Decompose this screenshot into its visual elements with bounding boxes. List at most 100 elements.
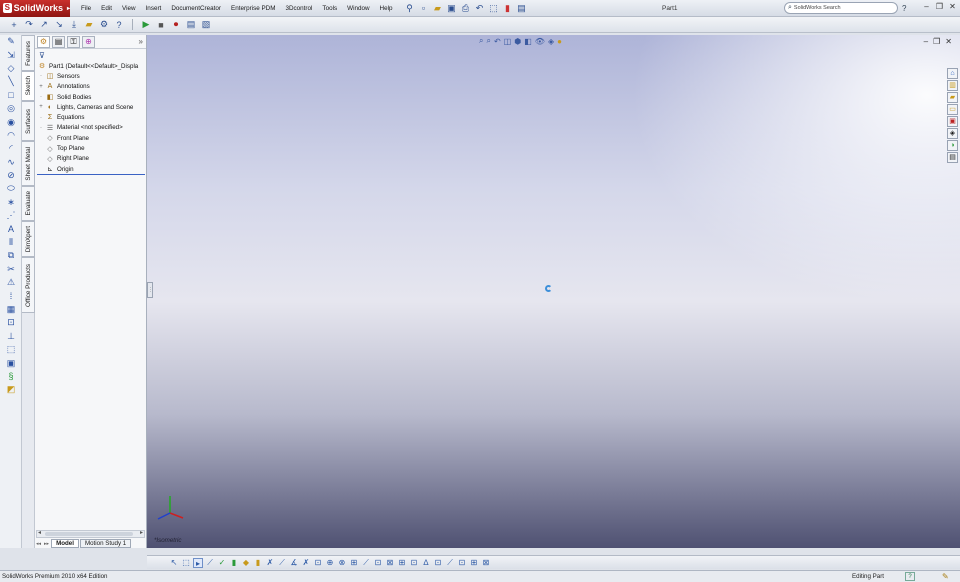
expand-panel-icon[interactable]: »: [139, 37, 143, 46]
dimxpert-manager-tab-icon[interactable]: ⊕: [82, 35, 95, 48]
tree-item-sensors[interactable]: · ◫ Sensors: [37, 71, 146, 81]
filter-hole-icon[interactable]: ⊡: [409, 558, 419, 568]
ellipse-icon[interactable]: ⊘: [0, 169, 22, 182]
previous-view-icon[interactable]: ↶: [494, 37, 501, 46]
filter-solid-icon[interactable]: ⊠: [481, 558, 491, 568]
move-icon[interactable]: ⊡: [0, 316, 22, 329]
document-recovery-icon[interactable]: ▤: [947, 152, 958, 163]
tab-nav-first-icon[interactable]: ◂◂: [35, 541, 42, 547]
filter-points-icon[interactable]: ✗: [265, 558, 275, 568]
filter-bend-icon[interactable]: ⟋: [445, 558, 455, 568]
scroll-left-icon[interactable]: ◂: [38, 529, 41, 536]
zoom-to-area-icon[interactable]: ⌕: [486, 36, 490, 46]
rollback-bar[interactable]: [37, 174, 145, 175]
relations-icon[interactable]: ⊥: [0, 330, 22, 343]
filter-block-icon[interactable]: ⊡: [433, 558, 443, 568]
insert-tool-icon[interactable]: ⤓: [68, 19, 80, 31]
filter-weld-icon[interactable]: ⊕: [325, 558, 335, 568]
property-manager-tab-icon[interactable]: ▤: [52, 35, 65, 48]
menu-documentcreator[interactable]: DocumentCreator: [166, 0, 226, 17]
scrollbar-thumb[interactable]: [45, 532, 133, 536]
quick-tips-icon[interactable]: ✎: [942, 572, 949, 581]
expand-icon[interactable]: ·: [37, 125, 45, 131]
repair-icon[interactable]: ⬚: [0, 343, 22, 356]
expand-icon[interactable]: +: [37, 104, 45, 110]
circle-icon[interactable]: ◎: [0, 102, 22, 115]
record-macro-icon[interactable]: ⏺: [170, 19, 182, 31]
menu-enterprise-pdm[interactable]: Enterprise PDM: [226, 0, 280, 17]
panel-splitter-handle[interactable]: ⋮: [147, 282, 153, 298]
filter-routing-icon[interactable]: ⊡: [457, 558, 467, 568]
expand-icon[interactable]: ·: [37, 115, 45, 121]
filter-dims-icon[interactable]: ∡: [289, 558, 299, 568]
graphics-area[interactable]: ⌕ ⌕ ↶ ◫ ⬢ ◧ 👁 ◈ ● – ❐ ✕ ⌂ ▥ ▰ ▭ ▣ ◈ ◑ ▤ …: [147, 35, 960, 548]
filter-centermark-icon[interactable]: ⊠: [385, 558, 395, 568]
menu-insert[interactable]: Insert: [141, 0, 167, 17]
solidworks-logo[interactable]: S SolidWorks ▸: [0, 0, 70, 17]
line-icon[interactable]: ╲: [0, 75, 22, 88]
horizontal-scrollbar[interactable]: ◂ ▸: [36, 530, 145, 538]
menu-3dcontrol[interactable]: 3Dcontrol: [280, 0, 317, 17]
tab-model[interactable]: Model: [51, 539, 79, 548]
tab-nav-last-icon[interactable]: ▸▸: [43, 541, 50, 547]
rebuild-icon[interactable]: ▮: [501, 2, 513, 14]
rapid-sketch-icon[interactable]: ▣: [0, 356, 22, 369]
pattern-icon[interactable]: ⁞: [0, 289, 22, 302]
tree-item-annotations[interactable]: + A Annotations: [37, 82, 146, 92]
arrow2-tool-icon[interactable]: ↘: [53, 19, 65, 31]
filter-gtol-icon[interactable]: ⊞: [349, 558, 359, 568]
convert-icon[interactable]: ⚠: [0, 276, 22, 289]
tree-item-top-plane[interactable]: ◇ Top Plane: [37, 143, 146, 153]
instant2d-icon[interactable]: §: [0, 370, 22, 383]
line-tool-icon[interactable]: +: [8, 19, 20, 31]
menu-window[interactable]: Window: [342, 0, 374, 17]
centerline-icon[interactable]: ⋰: [0, 209, 22, 222]
tree-item-origin[interactable]: ⊾ Origin: [37, 164, 146, 174]
filter-cosmetic-icon[interactable]: ⊡: [373, 558, 383, 568]
smart-dimension-icon[interactable]: ⇲: [0, 48, 22, 61]
filter-datum-icon[interactable]: ⊗: [337, 558, 347, 568]
tree-item-solid-bodies[interactable]: · ◧ Solid Bodies: [37, 92, 146, 102]
shaded-sketch-icon[interactable]: ◩: [0, 383, 22, 396]
arc-icon[interactable]: ◠: [0, 129, 22, 142]
file-properties-icon[interactable]: ▤: [515, 2, 527, 14]
filter-balloons-icon[interactable]: ⊡: [313, 558, 323, 568]
tree-item-right-plane[interactable]: ◇ Right Plane: [37, 154, 146, 164]
zoom-to-fit-icon[interactable]: ⌕: [479, 36, 483, 46]
point-icon[interactable]: ∗: [0, 196, 22, 209]
save-icon[interactable]: ▣: [445, 2, 457, 14]
hide-show-items-icon[interactable]: 👁: [535, 37, 545, 46]
tab-features[interactable]: Features: [22, 35, 35, 71]
pin-icon[interactable]: ⚲: [403, 2, 415, 14]
tree-item-lights[interactable]: + ◐ Lights, Cameras and Scene: [37, 102, 146, 112]
configuration-manager-tab-icon[interactable]: ⚿: [67, 35, 80, 48]
ellipse2-icon[interactable]: ⬭: [0, 182, 22, 195]
tab-office-products[interactable]: Office Products: [22, 257, 35, 313]
tab-sketch[interactable]: Sketch: [22, 71, 35, 101]
filter-sketch-icon[interactable]: ⟋: [277, 558, 287, 568]
section-view-icon[interactable]: ◫: [504, 37, 512, 46]
custom-properties-icon[interactable]: ◑: [947, 140, 958, 151]
close-icon[interactable]: ✕: [948, 2, 957, 11]
filter-surface-finish-icon[interactable]: ⟋: [361, 558, 371, 568]
design-library-icon[interactable]: ▥: [947, 80, 958, 91]
edit-macro-icon[interactable]: ▧: [200, 19, 212, 31]
filter-notes-icon[interactable]: ✗: [301, 558, 311, 568]
select-icon[interactable]: ⬚: [487, 2, 499, 14]
help-status-icon[interactable]: ?: [905, 572, 915, 581]
play-macro-icon[interactable]: ▶: [140, 19, 152, 31]
viewport-close-icon[interactable]: ✕: [945, 37, 952, 46]
filter-spline-icon[interactable]: ⊞: [469, 558, 479, 568]
filter-edges-icon[interactable]: ⟋: [205, 558, 215, 568]
help-tool-icon[interactable]: ?: [113, 19, 125, 31]
tree-item-material[interactable]: · ☰ Material <not specified>: [37, 123, 146, 133]
view-orientation-icon[interactable]: ⬢: [514, 37, 521, 46]
select-box-icon[interactable]: ⬚: [181, 558, 191, 568]
spline-icon[interactable]: ∿: [0, 156, 22, 169]
open-folder-icon[interactable]: ▰: [431, 2, 443, 14]
arc-tool-icon[interactable]: ↷: [23, 19, 35, 31]
tree-root-part[interactable]: ⚙ Part1 (Default<<Default>_Displa: [37, 61, 146, 71]
filter-axes-icon[interactable]: ▮: [253, 558, 263, 568]
menu-file[interactable]: File: [76, 0, 96, 17]
tools-icon[interactable]: ⚙: [98, 19, 110, 31]
